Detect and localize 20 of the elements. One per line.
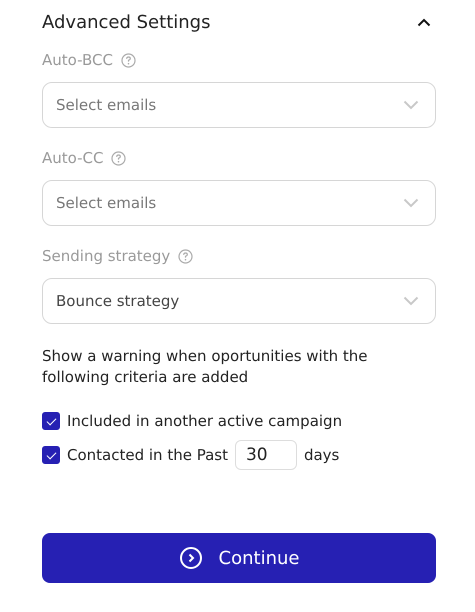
checkbox-label: Contacted in the Past: [67, 446, 228, 464]
checkbox[interactable]: [42, 446, 60, 464]
select-field[interactable]: Bounce strategy: [42, 278, 436, 324]
chevron-down-icon: [403, 296, 419, 306]
checkbox-label: Included in another active campaign: [67, 412, 342, 430]
continue-button[interactable]: Continue: [42, 533, 436, 583]
select-field[interactable]: Select emails: [42, 82, 436, 128]
warning-text: Show a warning when oportunities with the following criteria are added: [42, 346, 368, 388]
field-label: Auto-BCC: [42, 51, 113, 69]
arrow-circle-icon: [178, 546, 203, 570]
field-label: Sending strategy: [42, 247, 170, 265]
checkbox[interactable]: [42, 412, 60, 430]
section-title: Advanced Settings: [42, 12, 210, 32]
chevron-down-icon: [403, 100, 419, 110]
field-label: Auto-CC: [42, 149, 104, 167]
days-label: days: [304, 446, 340, 464]
chevron-down-icon: [403, 198, 419, 208]
select-field[interactable]: Select emails: [42, 180, 436, 226]
caret-icon[interactable]: [417, 18, 431, 26]
days-input[interactable]: 30: [234, 440, 297, 470]
